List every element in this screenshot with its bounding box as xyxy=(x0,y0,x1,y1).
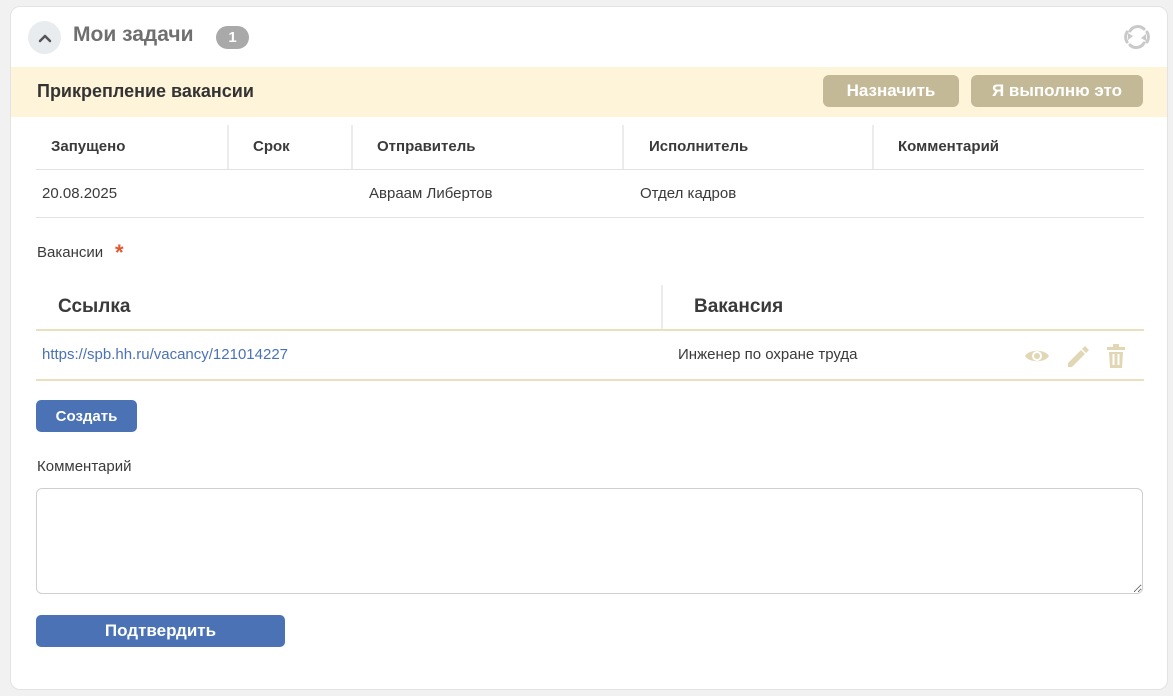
vacancies-label: Вакансии xyxy=(37,244,104,261)
column-comment: Комментарий xyxy=(898,138,1000,155)
column-divider xyxy=(351,125,353,169)
column-vacancy: Вакансия xyxy=(694,296,784,317)
vacancy-name: Инженер по охране труда xyxy=(678,346,858,363)
executor-value: Отдел кадров xyxy=(640,185,737,202)
task-bar: Прикрепление вакансии Назначить Я выполн… xyxy=(11,67,1167,117)
vacancies-table: Ссылка Вакансия https://spb.hh.ru/vacanc… xyxy=(36,285,1144,381)
task-info-table: Запущено Срок Отправитель Исполнитель Ко… xyxy=(36,125,1144,218)
task-count-badge: 1 xyxy=(216,26,249,49)
column-divider xyxy=(661,285,663,329)
collapse-button[interactable] xyxy=(28,21,61,54)
column-executor: Исполнитель xyxy=(649,138,749,155)
chevron-up-icon xyxy=(38,34,51,42)
panel-title: Мои задачи xyxy=(73,23,194,46)
column-deadline: Срок xyxy=(253,138,290,155)
vacancy-link[interactable]: https://spb.hh.ru/vacancy/121014227 xyxy=(42,331,288,379)
trash-icon[interactable] xyxy=(1103,344,1129,368)
refresh-icon[interactable] xyxy=(1123,23,1151,51)
my-tasks-panel: Мои задачи 1 Прикрепление вакансии Назна… xyxy=(10,6,1168,690)
confirm-button[interactable]: Подтвердить xyxy=(36,615,285,647)
started-value: 20.08.2025 xyxy=(42,185,118,202)
pencil-icon[interactable] xyxy=(1064,344,1090,368)
panel-header: Мои задачи 1 xyxy=(11,7,1167,67)
take-task-button[interactable]: Я выполню это xyxy=(971,75,1143,107)
comment-textarea[interactable] xyxy=(36,488,1143,594)
eye-icon[interactable] xyxy=(1024,344,1050,368)
column-divider xyxy=(227,125,229,169)
column-sender: Отправитель xyxy=(377,138,476,155)
assign-button[interactable]: Назначить xyxy=(823,75,959,107)
comment-label: Комментарий xyxy=(37,458,132,475)
column-started: Запущено xyxy=(51,138,126,155)
create-vacancy-button[interactable]: Создать xyxy=(36,400,137,432)
required-mark: * xyxy=(115,240,124,265)
column-divider xyxy=(622,125,624,169)
sender-value: Авраам Либертов xyxy=(369,185,493,202)
column-divider xyxy=(872,125,874,169)
vacancies-table-header: Ссылка Вакансия xyxy=(36,285,1144,331)
task-title: Прикрепление вакансии xyxy=(37,81,254,101)
table-row: 20.08.2025 Авраам Либертов Отдел кадров xyxy=(36,170,1144,218)
task-info-header: Запущено Срок Отправитель Исполнитель Ко… xyxy=(36,125,1144,170)
table-row: https://spb.hh.ru/vacancy/121014227 Инже… xyxy=(36,331,1144,381)
column-link: Ссылка xyxy=(58,296,131,317)
